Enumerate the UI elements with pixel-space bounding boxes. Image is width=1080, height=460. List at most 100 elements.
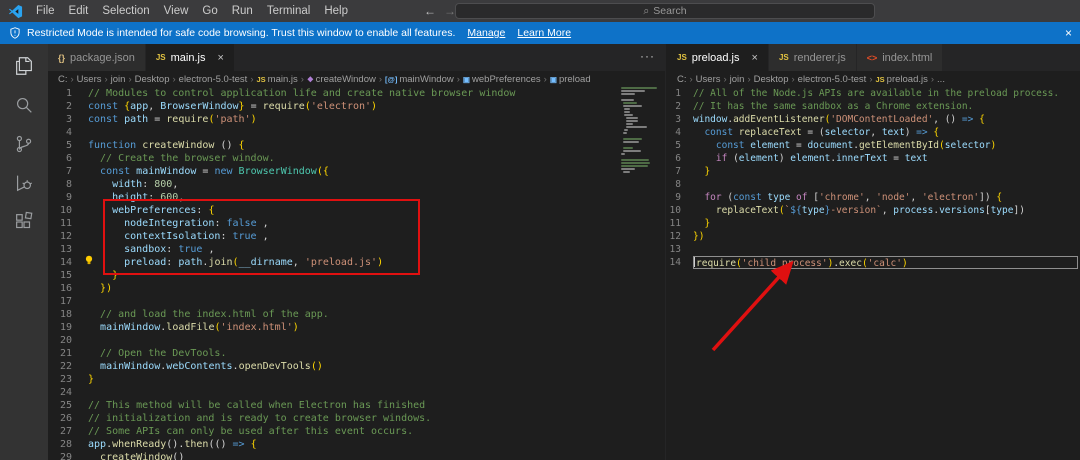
line-number[interactable]: 5: [667, 139, 693, 152]
code-line[interactable]: 9 for (const type of ['chrome', 'node', …: [667, 191, 1080, 204]
line-number[interactable]: 3: [667, 113, 693, 126]
breadcrumb-item[interactable]: C:: [677, 74, 687, 85]
line-number[interactable]: 19: [48, 321, 88, 334]
code-line[interactable]: 4: [48, 126, 665, 139]
line-number[interactable]: 11: [48, 217, 88, 230]
menu-terminal[interactable]: Terminal: [260, 0, 317, 22]
breadcrumb-item[interactable]: electron-5.0-test: [179, 74, 248, 85]
menu-view[interactable]: View: [157, 0, 196, 22]
more-actions-icon[interactable]: ···: [640, 49, 655, 63]
line-number[interactable]: 8: [48, 178, 88, 191]
line-number[interactable]: 3: [48, 113, 88, 126]
breadcrumb-item[interactable]: ...: [937, 74, 945, 85]
tab-renderer.js[interactable]: JS renderer.js: [768, 44, 857, 71]
line-number[interactable]: 15: [48, 269, 88, 282]
breadcrumb-item[interactable]: [@] mainWindow: [385, 74, 454, 85]
breadcrumb-item[interactable]: C:: [58, 74, 68, 85]
tab-preload.js[interactable]: JS preload.js ×: [667, 44, 769, 71]
line-number[interactable]: 24: [48, 386, 88, 399]
code-line[interactable]: 25// This method will be called when Ele…: [48, 399, 665, 412]
menu-selection[interactable]: Selection: [95, 0, 156, 22]
code-line[interactable]: 13 sandbox: true ,: [48, 243, 665, 256]
line-number[interactable]: 1: [48, 87, 88, 100]
line-number[interactable]: 16: [48, 282, 88, 295]
breadcrumb-item[interactable]: JS main.js: [256, 74, 297, 85]
line-number[interactable]: 2: [48, 100, 88, 113]
code-line[interactable]: 21 // Open the DevTools.: [48, 347, 665, 360]
code-line[interactable]: 5 const element = document.getElementByI…: [667, 139, 1080, 152]
code-line[interactable]: 1// All of the Node.js APIs are availabl…: [667, 87, 1080, 100]
line-number[interactable]: 4: [48, 126, 88, 139]
code-line[interactable]: 14 preload: path.join(__dirname, 'preloa…: [48, 256, 665, 269]
close-tab-icon[interactable]: ×: [217, 52, 223, 64]
line-number[interactable]: 28: [48, 438, 88, 451]
line-number[interactable]: 13: [667, 243, 693, 256]
line-number[interactable]: 9: [48, 191, 88, 204]
code-line[interactable]: 3 window.addEventListener('DOMContentLoad…: [667, 113, 1080, 126]
line-number[interactable]: 5: [48, 139, 88, 152]
code-line[interactable]: 10 replaceText(`${type}-version`, proces…: [667, 204, 1080, 217]
source-control-icon[interactable]: [12, 132, 36, 156]
line-number[interactable]: 6: [667, 152, 693, 165]
run-and-debug-icon[interactable]: [12, 171, 36, 195]
line-number[interactable]: 20: [48, 334, 88, 347]
code-line[interactable]: 19 mainWindow.loadFile('index.html'): [48, 321, 665, 334]
tab-main.js[interactable]: JS main.js ×: [145, 44, 235, 71]
extensions-icon[interactable]: [12, 210, 36, 234]
code-line[interactable]: 11 }: [667, 217, 1080, 230]
search-view-icon[interactable]: [12, 93, 36, 117]
code-line[interactable]: 17: [48, 295, 665, 308]
line-number[interactable]: 14: [48, 256, 88, 269]
breadcrumb-item[interactable]: ▣ webPreferences: [463, 74, 541, 85]
code-line[interactable]: 29 createWindow(): [48, 451, 665, 460]
code-line[interactable]: 12}): [667, 230, 1080, 243]
code-line[interactable]: 27// Some APIs can only be used after th…: [48, 425, 665, 438]
line-number[interactable]: 7: [48, 165, 88, 178]
banner-close-icon[interactable]: ×: [1065, 26, 1072, 40]
explorer-icon[interactable]: [12, 54, 36, 78]
code-line[interactable]: 24: [48, 386, 665, 399]
menu-run[interactable]: Run: [225, 0, 260, 22]
menu-edit[interactable]: Edit: [62, 0, 96, 22]
breadcrumb-item[interactable]: Users: [77, 74, 102, 85]
line-number[interactable]: 7: [667, 165, 693, 178]
code-line[interactable]: 20: [48, 334, 665, 347]
code-line[interactable]: 7 }: [667, 165, 1080, 178]
code-line[interactable]: 3 const path = require('path'): [48, 113, 665, 126]
code-line[interactable]: 12 contextIsolation: true ,: [48, 230, 665, 243]
line-number[interactable]: 9: [667, 191, 693, 204]
command-center-search[interactable]: ⌕ Search: [455, 3, 875, 19]
line-number[interactable]: 13: [48, 243, 88, 256]
line-number[interactable]: 23: [48, 373, 88, 386]
line-number[interactable]: 11: [667, 217, 693, 230]
code-line[interactable]: 2// It has the same sandbox as a Chrome …: [667, 100, 1080, 113]
code-line[interactable]: 7 const mainWindow = new BrowserWindow({: [48, 165, 665, 178]
line-number[interactable]: 2: [667, 100, 693, 113]
line-number[interactable]: 12: [48, 230, 88, 243]
code-line[interactable]: 1// Modules to control application life …: [48, 87, 665, 100]
minimap[interactable]: [621, 87, 663, 174]
line-number[interactable]: 14: [667, 256, 693, 269]
breadcrumb-item[interactable]: ❖ createWindow: [307, 74, 376, 85]
tab-index.html[interactable]: <> index.html: [856, 44, 944, 71]
breadcrumb-item[interactable]: Desktop: [135, 74, 170, 85]
line-number[interactable]: 25: [48, 399, 88, 412]
code-line[interactable]: 13: [667, 243, 1080, 256]
line-number[interactable]: 8: [667, 178, 693, 191]
line-number[interactable]: 1: [667, 87, 693, 100]
breadcrumb-item[interactable]: JS preload.js: [875, 74, 927, 85]
menu-file[interactable]: File: [29, 0, 62, 22]
manage-link[interactable]: Manage: [467, 27, 505, 39]
code-line[interactable]: 4 const replaceText = (selector, text) =…: [667, 126, 1080, 139]
learn-more-link[interactable]: Learn More: [517, 27, 571, 39]
line-number[interactable]: 27: [48, 425, 88, 438]
code-line[interactable]: 23}: [48, 373, 665, 386]
code-line[interactable]: 9 height: 600,: [48, 191, 665, 204]
back-icon[interactable]: ←: [424, 4, 436, 18]
line-number[interactable]: 4: [667, 126, 693, 139]
code-line[interactable]: 2 const {app, BrowserWindow} = require('e…: [48, 100, 665, 113]
close-tab-icon[interactable]: ×: [752, 52, 758, 64]
code-line[interactable]: 16 }): [48, 282, 665, 295]
breadcrumb-item[interactable]: join: [111, 74, 126, 85]
code-line[interactable]: 18 // and load the index.html of the app…: [48, 308, 665, 321]
